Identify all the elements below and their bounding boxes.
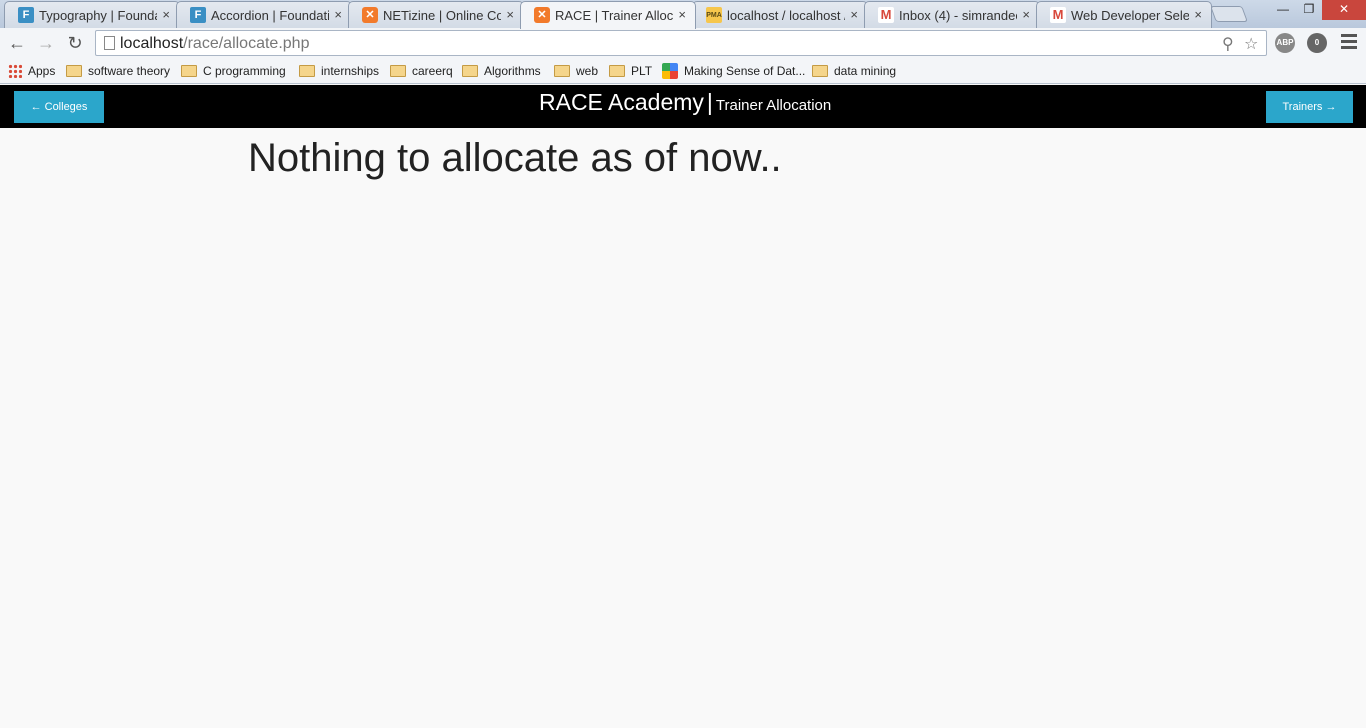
reload-icon[interactable]: ↻ xyxy=(64,32,86,54)
tab-gmail-inbox[interactable]: M Inbox (4) - simrandeep × xyxy=(864,1,1040,28)
search-icon[interactable]: ⚲ xyxy=(1222,34,1234,54)
xampp-icon: ✕ xyxy=(362,7,378,23)
tab-race-trainer-allocation[interactable]: ✕ RACE | Trainer Allocati × xyxy=(520,1,696,29)
new-tab-button[interactable] xyxy=(1210,6,1248,22)
back-arrow-icon[interactable]: ← xyxy=(6,32,28,54)
close-icon[interactable]: × xyxy=(1194,7,1202,22)
bookmark-label: careerq xyxy=(412,64,453,78)
page-subtitle: Trainer Allocation xyxy=(715,97,832,114)
adblock-icon[interactable]: ABP xyxy=(1275,33,1295,53)
close-icon[interactable]: × xyxy=(850,7,858,22)
close-icon[interactable]: × xyxy=(334,7,342,22)
bookmark-algorithms[interactable]: Algorithms xyxy=(462,62,541,80)
google-icon xyxy=(662,63,678,79)
bookmark-label: PLT xyxy=(631,64,653,78)
close-icon[interactable]: × xyxy=(1022,7,1030,22)
tab-netizine[interactable]: ✕ NETizine | Online Colle × xyxy=(348,1,524,28)
tab-typography[interactable]: F Typography | Foundat × xyxy=(4,1,180,28)
address-bar[interactable]: localhost/race/allocate.php ⚲ ☆ xyxy=(95,30,1267,56)
xampp-icon: ✕ xyxy=(534,7,550,23)
bookmark-label: internships xyxy=(321,64,380,78)
folder-icon xyxy=(812,65,828,77)
bookmark-apps[interactable]: Apps xyxy=(8,62,55,80)
folder-icon xyxy=(181,65,197,77)
tab-title: Accordion | Foundatio xyxy=(211,8,329,23)
page-title: RACE Academy | Trainer Allocation xyxy=(539,89,831,116)
tab-title: NETizine | Online Colle xyxy=(383,8,501,23)
tab-strip: F Typography | Foundat × F Accordion | F… xyxy=(0,0,1366,29)
folder-icon xyxy=(554,65,570,77)
bookmark-careerq[interactable]: careerq xyxy=(390,62,453,80)
bookmark-internships[interactable]: internships xyxy=(299,62,379,80)
tab-title: localhost / localhost / xyxy=(727,8,845,23)
bookmark-c-programming[interactable]: C programming xyxy=(181,62,286,80)
bookmark-software-theory[interactable]: software theory xyxy=(66,62,170,80)
folder-icon xyxy=(299,65,315,77)
apps-icon xyxy=(8,64,22,78)
bookmark-data-mining[interactable]: data mining xyxy=(812,62,896,80)
foundation-icon: F xyxy=(190,7,206,23)
minimize-icon[interactable]: — xyxy=(1270,0,1296,20)
restore-icon[interactable]: ❐ xyxy=(1296,0,1322,20)
bookmark-making-sense[interactable]: Making Sense of Dat... xyxy=(662,62,805,80)
window-controls: — ❐ ✕ xyxy=(1270,0,1366,20)
folder-icon xyxy=(390,65,406,77)
bookmark-label: C programming xyxy=(203,64,286,78)
foundation-icon: F xyxy=(18,7,34,23)
tab-phpmyadmin[interactable]: PMA localhost / localhost / × xyxy=(692,1,868,28)
page-header: ← Colleges RACE Academy | Trainer Allocati… xyxy=(0,85,1366,128)
bookmark-label: Apps xyxy=(28,64,56,78)
ghostery-badge: 0 xyxy=(1314,38,1320,47)
bookmark-web[interactable]: web xyxy=(554,62,598,80)
bookmark-label: data mining xyxy=(834,64,897,78)
page-icon xyxy=(104,36,115,50)
tab-title: Inbox (4) - simrandeep xyxy=(899,8,1017,23)
empty-state-message: Nothing to allocate as of now.. xyxy=(248,136,782,180)
gmail-icon: M xyxy=(878,7,894,23)
bookmarks-bar: Apps software theory C programming inter… xyxy=(0,58,1366,84)
folder-icon xyxy=(66,65,82,77)
browser-toolbar: ← → ↻ localhost/race/allocate.php ⚲ ☆ AB… xyxy=(0,28,1366,58)
tab-title: RACE | Trainer Allocati xyxy=(555,8,673,23)
trainers-button[interactable]: Trainers → xyxy=(1266,91,1353,123)
url-host: localhost xyxy=(120,35,184,52)
forward-arrow-icon[interactable]: → xyxy=(35,32,57,54)
tab-accordion[interactable]: F Accordion | Foundatio × xyxy=(176,1,352,28)
folder-icon xyxy=(462,65,478,77)
colleges-button[interactable]: ← Colleges xyxy=(14,91,104,123)
title-separator: | xyxy=(706,89,713,115)
phpmyadmin-icon: PMA xyxy=(706,7,722,23)
bookmark-plt[interactable]: PLT xyxy=(609,62,652,80)
bookmark-label: web xyxy=(576,64,599,78)
tab-title: Typography | Foundat xyxy=(39,8,157,23)
tab-title: Web Developer Selecti xyxy=(1071,8,1189,23)
close-icon[interactable]: × xyxy=(678,7,686,22)
bookmark-label: Making Sense of Dat... xyxy=(684,64,806,78)
url-text[interactable]: localhost/race/allocate.php xyxy=(120,35,309,53)
gmail-icon: M xyxy=(1050,7,1066,23)
tab-web-developer[interactable]: M Web Developer Selecti × xyxy=(1036,1,1212,28)
window-close-icon[interactable]: ✕ xyxy=(1322,0,1366,20)
url-path: /race/allocate.php xyxy=(183,35,310,52)
close-icon[interactable]: × xyxy=(162,7,170,22)
close-icon[interactable]: × xyxy=(506,7,514,22)
star-icon[interactable]: ☆ xyxy=(1244,34,1258,54)
site-title: RACE Academy xyxy=(539,89,704,115)
menu-icon[interactable] xyxy=(1341,34,1357,52)
bookmark-label: software theory xyxy=(88,64,171,78)
ghostery-icon[interactable]: 0 xyxy=(1307,33,1327,53)
folder-icon xyxy=(609,65,625,77)
bookmark-label: Algorithms xyxy=(484,64,541,78)
